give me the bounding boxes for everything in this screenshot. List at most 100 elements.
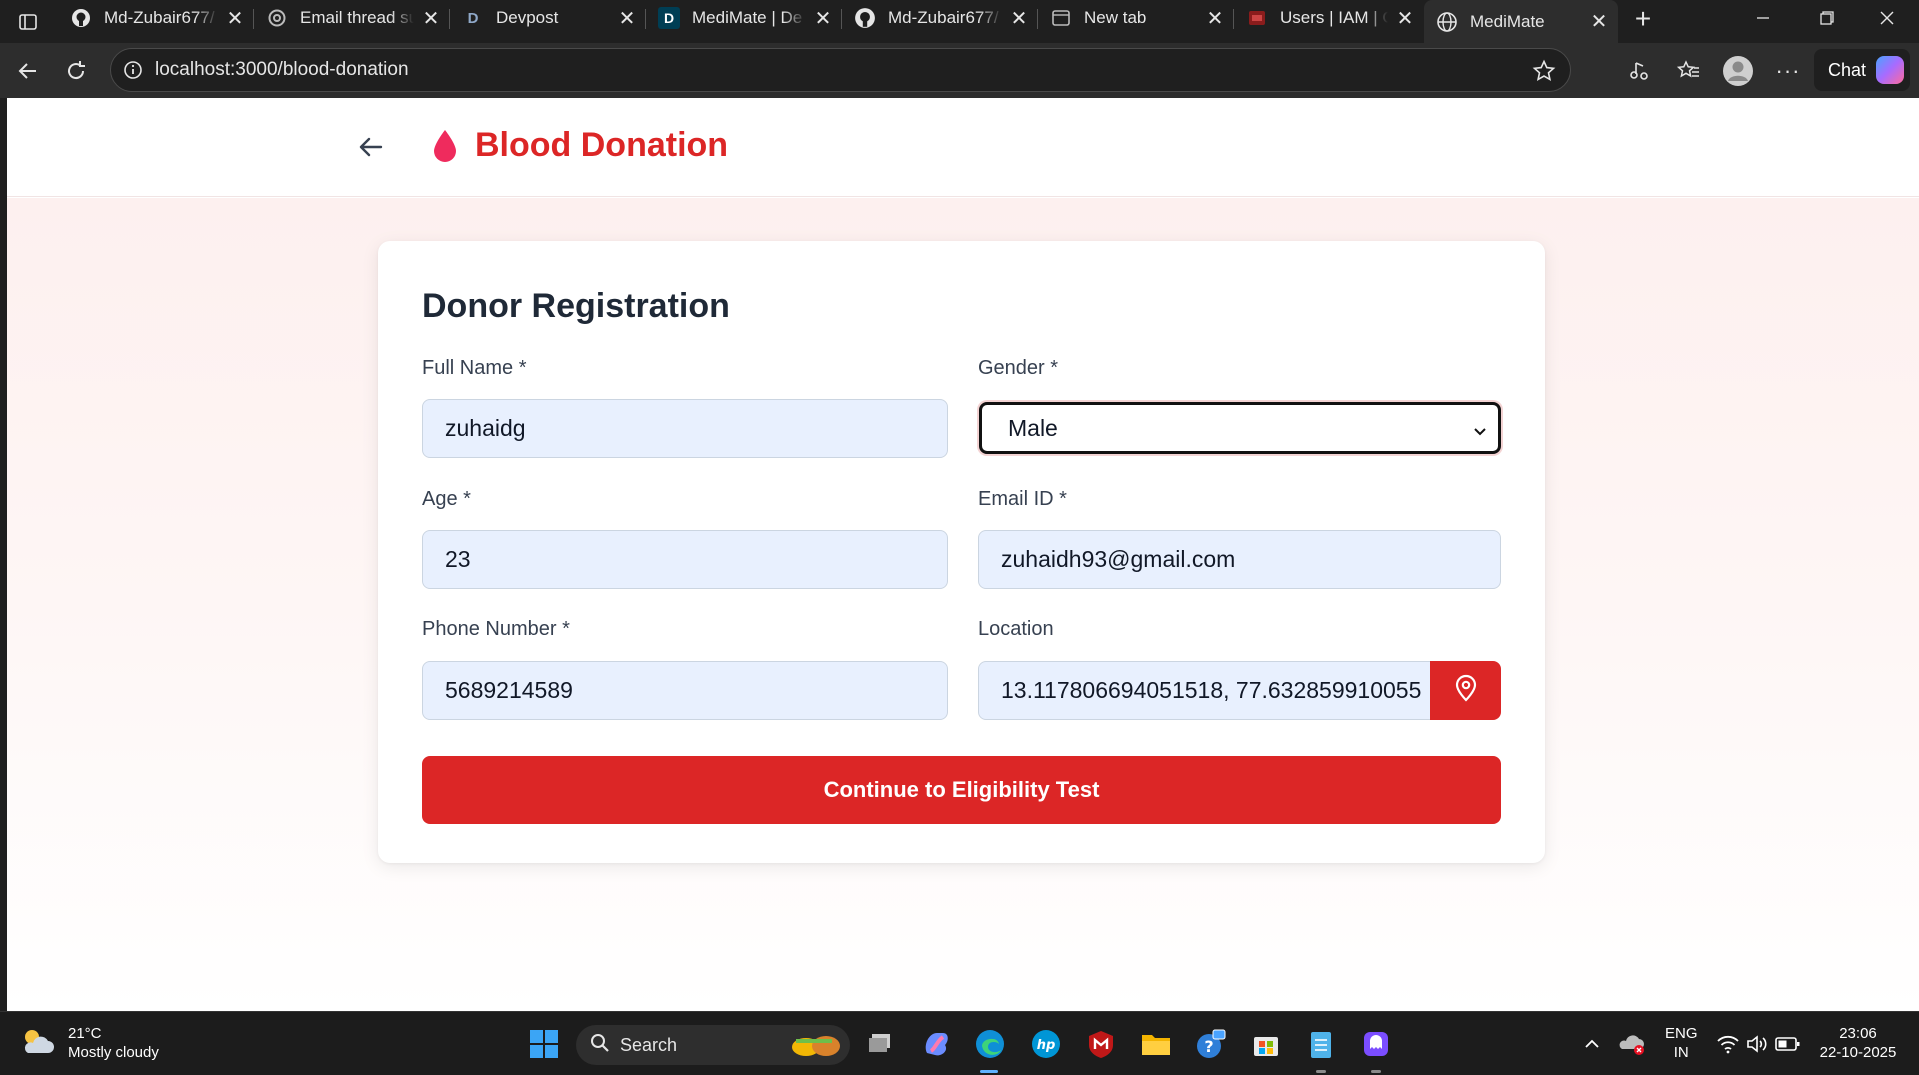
clock[interactable]: 23:06 22-10-2025 <box>1818 1024 1898 1062</box>
age-value: 23 <box>445 546 471 572</box>
new-tab-icon[interactable]: + <box>1628 3 1658 34</box>
donor-registration-card: Donor Registration Full Name * zuhaidg G… <box>378 241 1545 863</box>
chevron-up-icon[interactable] <box>1574 1026 1610 1062</box>
windows-taskbar: 21°C Mostly cloudy Search hp ? ENG IN 23… <box>0 1011 1919 1075</box>
back-arrow-icon[interactable] <box>10 53 46 89</box>
close-icon[interactable]: ✕ <box>616 7 638 30</box>
close-icon[interactable]: ✕ <box>420 7 442 30</box>
search-icon <box>590 1033 610 1058</box>
age-label: Age * <box>422 488 471 510</box>
favorites-icon[interactable] <box>1671 53 1707 89</box>
full-name-input[interactable]: zuhaidg <box>422 399 948 458</box>
more-options-icon[interactable]: ··· <box>1770 53 1806 89</box>
close-icon[interactable]: ✕ <box>812 7 834 30</box>
notepad-icon[interactable] <box>1303 1026 1339 1062</box>
windows-start-icon[interactable] <box>526 1026 562 1062</box>
taskbar-search[interactable]: Search <box>576 1025 850 1065</box>
minimize-icon[interactable] <box>1735 0 1791 36</box>
full-name-value: zuhaidg <box>445 415 526 441</box>
detect-location-button[interactable] <box>1430 661 1501 720</box>
tab-title: MediMate | De <box>692 8 803 27</box>
url-text: localhost:3000/blood-donation <box>155 59 409 80</box>
edge-browser-icon[interactable] <box>972 1026 1008 1062</box>
phone-label: Phone Number * <box>422 618 570 640</box>
search-highlight-icon <box>788 1029 844 1066</box>
back-arrow-icon[interactable] <box>353 129 389 165</box>
phone-value: 5689214589 <box>445 677 573 703</box>
svg-text:?: ? <box>1204 1037 1213 1056</box>
close-icon[interactable]: ✕ <box>1394 7 1416 30</box>
app-header: Blood Donation <box>7 98 1919 197</box>
language-line-2: IN <box>1673 1044 1689 1061</box>
email-input[interactable]: zuhaidh93@gmail.com <box>978 530 1501 589</box>
running-app-indicator <box>1316 1070 1326 1073</box>
task-view-icon[interactable] <box>862 1026 898 1062</box>
hp-icon[interactable]: hp <box>1028 1026 1064 1062</box>
app-title: Blood Donation <box>475 126 729 164</box>
language-indicator[interactable]: ENG IN <box>1665 1024 1698 1062</box>
tab-title: Md-Zubair677/ <box>104 8 215 27</box>
tab-medimate-active[interactable]: MediMate ✕ <box>1424 0 1618 43</box>
help-notification-icon[interactable]: ? <box>1193 1026 1229 1062</box>
tab-actions-icon[interactable] <box>10 7 46 37</box>
close-icon[interactable]: ✕ <box>1008 7 1030 30</box>
gender-select[interactable]: Male <box>979 402 1501 454</box>
close-icon[interactable]: ✕ <box>224 7 246 30</box>
weather-widget[interactable]: 21°C Mostly cloudy <box>20 1024 159 1062</box>
full-name-label: Full Name * <box>422 357 527 379</box>
copilot-icon <box>1876 56 1905 84</box>
favorite-star-icon[interactable] <box>1532 59 1556 88</box>
weather-desc: Mostly cloudy <box>68 1044 159 1061</box>
copilot-icon[interactable] <box>918 1026 954 1062</box>
newtab-icon <box>1050 7 1072 29</box>
tab-github-1[interactable]: Md-Zubair677/ ✕ <box>58 0 254 36</box>
gender-label: Gender * <box>978 357 1059 379</box>
github-icon <box>70 7 92 29</box>
tab-title: Md-Zubair677/ <box>888 8 999 27</box>
tab-iam-users[interactable]: Users | IAM | G ✕ <box>1234 0 1424 36</box>
continue-eligibility-button[interactable]: Continue to Eligibility Test <box>422 756 1501 824</box>
browser-toolbar: localhost:3000/blood-donation ··· Chat <box>0 43 1919 98</box>
copilot-chat-button[interactable]: Chat <box>1814 49 1910 91</box>
chat-label: Chat <box>1828 59 1867 80</box>
location-input[interactable]: 13.117806694051518, 77.632859910055 <box>978 661 1432 720</box>
tab-email-thread[interactable]: Email thread su ✕ <box>254 0 450 36</box>
microsoft-store-icon[interactable] <box>1248 1026 1284 1062</box>
close-icon[interactable]: ✕ <box>1204 7 1226 30</box>
tab-new-tab[interactable]: New tab ✕ <box>1038 0 1234 36</box>
devpost-icon: D <box>467 9 479 27</box>
onedrive-error-icon[interactable] <box>1614 1026 1650 1062</box>
blood-drop-icon <box>430 128 460 169</box>
close-window-icon[interactable] <box>1859 0 1915 36</box>
search-label: Search <box>620 1034 678 1055</box>
address-bar[interactable]: localhost:3000/blood-donation <box>110 48 1571 92</box>
reload-icon[interactable] <box>58 53 94 89</box>
tab-title: Email thread su <box>300 8 414 27</box>
discord-like-app-icon[interactable] <box>1358 1026 1394 1062</box>
tab-title: MediMate <box>1470 11 1545 31</box>
devpost-icon: D <box>658 7 680 29</box>
email-value: zuhaidh93@gmail.com <box>1001 546 1236 572</box>
chevron-down-icon <box>1472 418 1488 445</box>
site-info-icon[interactable] <box>111 48 155 92</box>
tab-medimate-devpost[interactable]: D MediMate | De ✕ <box>646 0 842 36</box>
map-pin-icon <box>1453 674 1479 707</box>
location-value: 13.117806694051518, 77.632859910055 <box>1001 677 1422 703</box>
tab-devpost[interactable]: D Devpost ✕ <box>450 0 646 36</box>
location-label: Location <box>978 618 1054 640</box>
clock-time: 23:06 <box>1839 1025 1877 1042</box>
mcafee-icon[interactable] <box>1083 1026 1119 1062</box>
cloudy-weather-icon <box>20 1025 56 1062</box>
tab-title: Devpost <box>496 8 559 27</box>
running-app-indicator <box>1371 1070 1381 1073</box>
close-icon[interactable]: ✕ <box>1588 11 1610 33</box>
phone-input[interactable]: 5689214589 <box>422 661 948 720</box>
restore-icon[interactable] <box>1799 0 1855 36</box>
tab-github-2[interactable]: Md-Zubair677/ ✕ <box>842 0 1038 36</box>
battery-icon[interactable] <box>1770 1026 1806 1062</box>
file-explorer-icon[interactable] <box>1138 1026 1174 1062</box>
age-input[interactable]: 23 <box>422 530 948 589</box>
read-aloud-icon[interactable] <box>1621 53 1657 89</box>
profile-avatar-icon[interactable] <box>1720 53 1756 89</box>
active-app-indicator <box>980 1070 998 1073</box>
